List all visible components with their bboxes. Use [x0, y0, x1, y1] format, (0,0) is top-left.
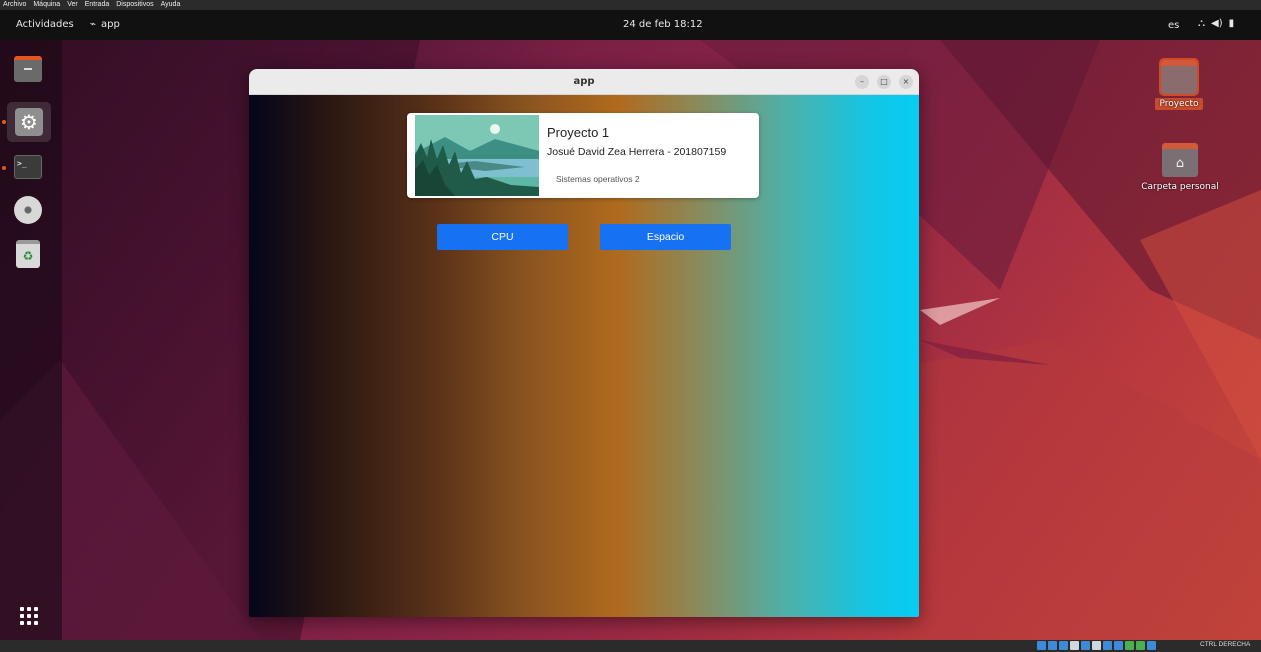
- network-adapter-icon[interactable]: [1070, 641, 1079, 650]
- vbox-menu-ver[interactable]: Ver: [67, 0, 78, 10]
- app-menu[interactable]: ⌁ app: [90, 19, 120, 30]
- cpu-button[interactable]: CPU: [437, 224, 568, 250]
- dock-disc[interactable]: [13, 195, 43, 225]
- activities-button[interactable]: Actividades: [16, 19, 74, 30]
- vbox-device-icons: [1037, 641, 1156, 650]
- settings-gear-icon: ⚙: [15, 108, 43, 136]
- card-subtitle: Josué David Zea Herrera - 201807159: [547, 146, 727, 158]
- display-icon[interactable]: [1103, 641, 1112, 650]
- trash-icon: ♻: [16, 240, 40, 268]
- vbox-menu-bar: Archivo Máquina Ver Entrada Dispositivos…: [0, 0, 1261, 10]
- app-menu-label: app: [101, 19, 120, 30]
- vbox-menu-maquina[interactable]: Máquina: [33, 0, 60, 10]
- desktop-icon-label: Proyecto: [1155, 98, 1203, 110]
- window-content: Proyecto 1 Josué David Zea Herrera - 201…: [249, 95, 919, 617]
- optical-drive-icon[interactable]: [1048, 641, 1057, 650]
- card-title: Proyecto 1: [547, 125, 610, 140]
- app-window: app – □ × Proyecto 1 Josué David Zea Her…: [249, 69, 919, 617]
- profile-card: Proyecto 1 Josué David Zea Herrera - 201…: [407, 113, 759, 198]
- window-titlebar[interactable]: app – □ ×: [249, 69, 919, 95]
- audio-icon[interactable]: [1059, 641, 1068, 650]
- dock-settings[interactable]: ⚙: [7, 102, 51, 142]
- vbox-menu-ayuda[interactable]: Ayuda: [161, 0, 181, 10]
- vbox-menu-archivo[interactable]: Archivo: [3, 0, 26, 10]
- desktop-icon-proyecto[interactable]: Proyecto: [1155, 58, 1203, 110]
- dock: ⚙ >_ ♻: [0, 40, 62, 640]
- show-applications-icon[interactable]: [20, 607, 38, 625]
- usb-icon[interactable]: [1081, 641, 1090, 650]
- folder-icon: [1159, 58, 1199, 96]
- terminal-icon: >_: [14, 155, 42, 179]
- dock-files[interactable]: [13, 54, 43, 84]
- dock-trash[interactable]: ♻: [13, 239, 43, 269]
- app-indicator-icon: ⌁: [90, 19, 97, 30]
- system-tray[interactable]: ⛬ ◀) ▮: [1198, 18, 1234, 29]
- dock-terminal[interactable]: >_: [13, 152, 43, 182]
- home-folder-icon: ⌂: [1162, 143, 1198, 177]
- host-key-label: CTRL DERECHA: [1200, 641, 1251, 648]
- vbox-status-bar: CTRL DERECHA: [0, 640, 1261, 652]
- running-indicator-dot: [2, 166, 6, 170]
- desktop-icon-label: Carpeta personal: [1141, 182, 1219, 192]
- language-indicator[interactable]: es: [1168, 20, 1179, 31]
- clock[interactable]: 24 de feb 18:12: [623, 19, 703, 30]
- network-icon: ⛬: [1198, 18, 1205, 29]
- shared-folders-icon[interactable]: [1092, 641, 1101, 650]
- mouse-integration-icon[interactable]: [1136, 641, 1145, 650]
- maximize-button[interactable]: □: [877, 75, 891, 89]
- espacio-button[interactable]: Espacio: [600, 224, 731, 250]
- close-button[interactable]: ×: [899, 75, 913, 89]
- optical-disc-icon: [14, 196, 42, 224]
- battery-icon: ▮: [1228, 18, 1235, 29]
- vbox-menu-dispositivos[interactable]: Dispositivos: [116, 0, 153, 10]
- card-course: Sistemas operativos 2: [556, 174, 640, 184]
- desktop-icon-carpeta-personal[interactable]: ⌂ Carpeta personal: [1136, 143, 1224, 193]
- landscape-image: [415, 115, 539, 196]
- gnome-top-bar: Actividades ⌁ app 24 de feb 18:12 es ⛬ ◀…: [0, 10, 1261, 40]
- recording-icon[interactable]: [1114, 641, 1123, 650]
- minimize-button[interactable]: –: [855, 75, 869, 89]
- files-icon: [14, 56, 42, 82]
- window-title: app: [573, 76, 595, 87]
- cpu-activity-icon[interactable]: [1125, 641, 1134, 650]
- running-indicator-dot: [2, 120, 6, 124]
- storage-icon[interactable]: [1037, 641, 1046, 650]
- vbox-menu-entrada[interactable]: Entrada: [85, 0, 110, 10]
- volume-icon: ◀): [1211, 18, 1223, 29]
- keyboard-icon[interactable]: [1147, 641, 1156, 650]
